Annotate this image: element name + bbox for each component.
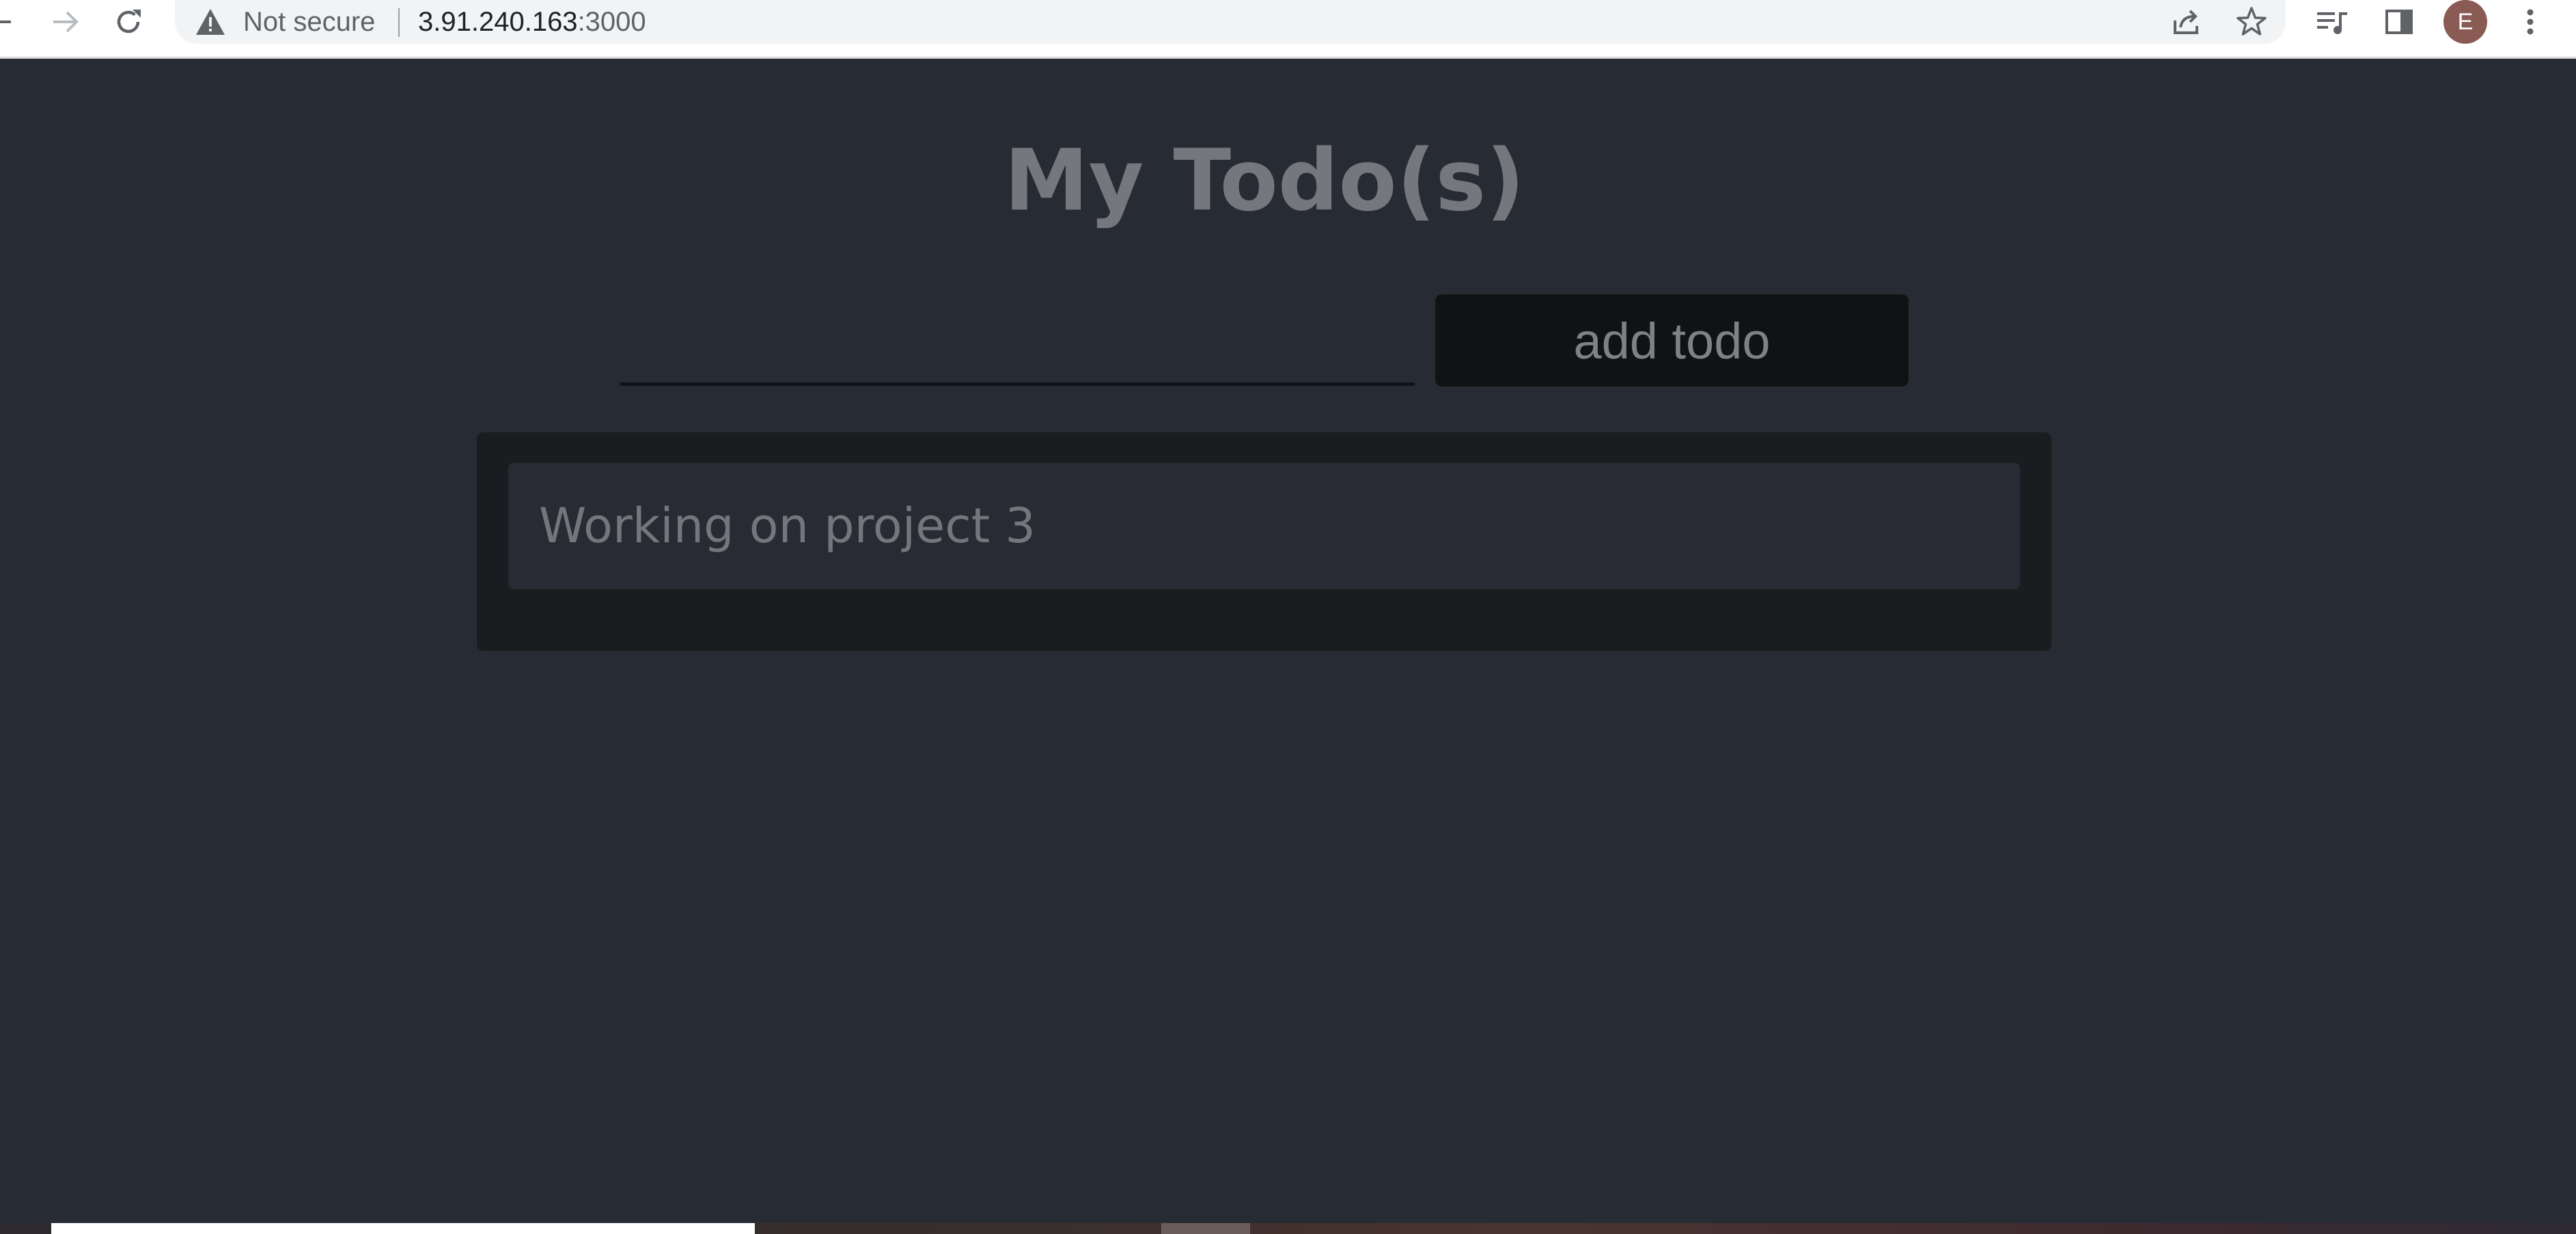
todo-input[interactable] xyxy=(620,297,1415,386)
back-arrow-icon[interactable] xyxy=(0,0,16,44)
todo-list: Working on project 3 xyxy=(477,432,2051,651)
security-status-label[interactable]: Not secure xyxy=(243,0,375,44)
url-host: 3.91.240.163 xyxy=(418,7,578,37)
taskbar-window-preview xyxy=(51,1223,755,1234)
page-title: My Todo(s) xyxy=(1004,132,1525,230)
url-text[interactable]: 3.91.240.163:3000 xyxy=(418,0,646,44)
reading-list-icon[interactable] xyxy=(2313,0,2351,44)
todo-item[interactable]: Working on project 3 xyxy=(508,463,2020,589)
warning-triangle-icon[interactable] xyxy=(191,0,230,44)
address-bar[interactable]: Not secure 3.91.240.163:3000 xyxy=(175,0,2286,44)
side-panel-icon[interactable] xyxy=(2380,0,2418,44)
add-todo-button[interactable]: add todo xyxy=(1435,294,1909,387)
url-port: :3000 xyxy=(577,7,646,37)
share-icon[interactable] xyxy=(2167,0,2205,44)
app-root: Not secure 3.91.240.163:3000 E My Todo(s… xyxy=(0,0,2576,1234)
reload-icon[interactable] xyxy=(109,0,148,44)
forward-arrow-icon[interactable] xyxy=(46,0,85,44)
todo-item-text: Working on project 3 xyxy=(539,498,1036,554)
kebab-menu-icon[interactable] xyxy=(2517,0,2544,44)
taskbar-highlight xyxy=(1161,1223,1250,1234)
address-separator xyxy=(398,8,400,37)
browser-toolbar: Not secure 3.91.240.163:3000 E xyxy=(0,0,2576,59)
star-icon[interactable] xyxy=(2232,0,2271,44)
profile-avatar[interactable]: E xyxy=(2443,0,2487,44)
